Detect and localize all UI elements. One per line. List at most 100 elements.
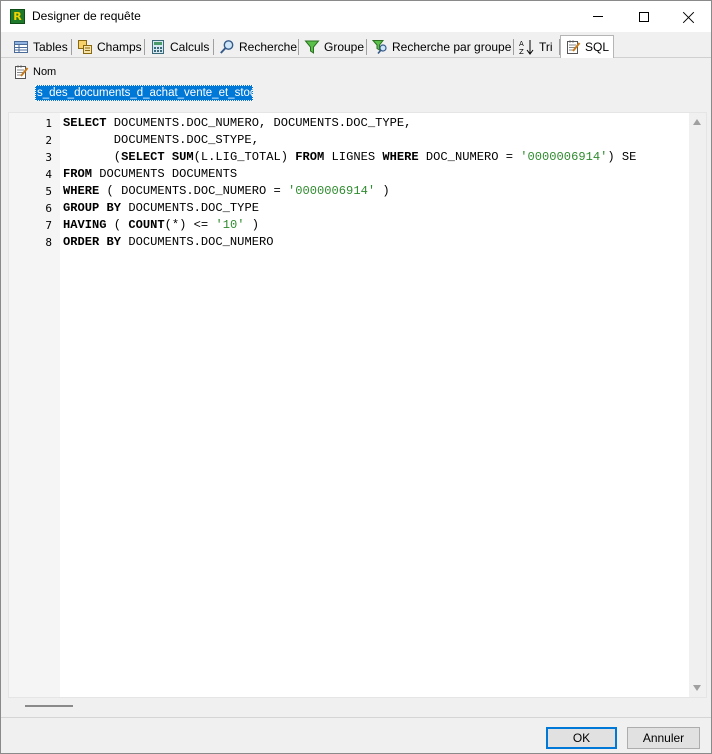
app-logo-icon: R	[10, 9, 25, 24]
magnifier-icon	[220, 40, 234, 54]
sql-string: '0000006914'	[288, 184, 376, 198]
tab-fields[interactable]: Champs	[73, 36, 146, 58]
minimize-icon	[593, 16, 603, 17]
line-number: 1	[45, 117, 52, 130]
horizontal-scroll-thumb[interactable]	[25, 705, 73, 707]
sql-keyword: ORDER BY	[63, 235, 122, 249]
sql-text: DOCUMENTS.DOC_NUMERO	[121, 235, 274, 249]
tab-separator	[71, 39, 72, 55]
tab-tables[interactable]: Tables	[9, 36, 72, 58]
code-line: SELECT DOCUMENTS.DOC_NUMERO, DOCUMENTS.D…	[63, 116, 411, 130]
cancel-button[interactable]: Annuler	[627, 727, 700, 749]
code-line: DOCUMENTS.DOC_STYPE,	[63, 133, 259, 147]
tab-label: Champs	[97, 40, 142, 54]
sql-text: (*) <=	[164, 218, 216, 232]
sql-text: DOCUMENTS.DOC_TYPE	[121, 201, 259, 215]
sql-notepad-icon	[567, 40, 581, 54]
close-icon	[683, 11, 695, 23]
code-line: GROUP BY DOCUMENTS.DOC_TYPE	[63, 201, 259, 215]
tab-group-search[interactable]: Recherche par groupe	[368, 36, 515, 58]
sql-text: (L.LIG_TOTAL)	[193, 150, 296, 164]
query-designer-window: R Designer de requête Tables Champs Calc…	[0, 0, 712, 754]
minimize-button[interactable]	[575, 1, 621, 32]
table-icon	[14, 41, 28, 53]
footer-divider	[1, 717, 711, 718]
line-number: 2	[45, 134, 52, 147]
line-number: 6	[45, 202, 52, 215]
tab-label: SQL	[585, 40, 610, 54]
tab-separator	[144, 39, 145, 55]
sql-text: (	[63, 150, 122, 164]
name-label: Nom	[33, 66, 57, 78]
tab-label: Tri	[539, 40, 553, 54]
close-button[interactable]	[666, 1, 712, 32]
sql-keyword: WHERE	[382, 150, 419, 164]
tab-label: Calculs	[170, 40, 210, 54]
name-input[interactable]: s_des_documents_d_achat_vente_et_stock	[35, 85, 253, 101]
sql-text: ) SE	[607, 150, 637, 164]
tab-label: Groupe	[324, 40, 365, 54]
code-line: WHERE ( DOCUMENTS.DOC_NUMERO = '00000069…	[63, 184, 390, 198]
sql-keyword: WHERE	[63, 184, 100, 198]
tab-label: Tables	[33, 40, 68, 54]
maximize-button[interactable]	[621, 1, 667, 32]
sql-string: '0000006914'	[520, 150, 608, 164]
sql-text: )	[244, 218, 259, 232]
sql-keyword: SELECT	[121, 150, 165, 164]
scroll-up-arrow-icon[interactable]	[693, 119, 701, 125]
sql-editor[interactable]: 1 2 3 4 5 6 7 8 SELECT DOCUMENTS.DOC_NUMERO, DO…	[8, 112, 707, 698]
notepad-pencil-icon	[15, 65, 29, 79]
sql-text: LIGNES	[324, 150, 383, 164]
tab-sql[interactable]: SQL	[560, 35, 615, 58]
sql-text: )	[375, 184, 390, 198]
title-bar[interactable]: R Designer de requête	[1, 1, 711, 32]
sql-text: (	[106, 218, 129, 232]
sql-text: DOC_NUMERO =	[418, 150, 521, 164]
tab-label: Recherche	[239, 40, 298, 54]
filter-icon	[304, 40, 320, 54]
tab-strip: Tables Champs Calculs Recherche Groupe R…	[1, 32, 711, 58]
window-title: Designer de requête	[32, 9, 141, 23]
sql-keyword: HAVING	[63, 218, 107, 232]
code-line: ORDER BY DOCUMENTS.DOC_NUMERO	[63, 235, 273, 249]
sql-text: DOCUMENTS.DOC_STYPE,	[63, 133, 259, 147]
tab-calculations[interactable]: Calculs	[146, 36, 213, 58]
group-search-icon	[372, 40, 387, 55]
name-label-row: Nom	[13, 64, 56, 80]
line-number: 7	[45, 219, 52, 232]
vertical-scrollbar[interactable]	[689, 113, 706, 697]
line-number: 3	[45, 151, 52, 164]
sql-keyword: SUM	[171, 150, 194, 164]
line-number: 5	[45, 185, 52, 198]
sql-keyword: GROUP BY	[63, 201, 122, 215]
tab-separator	[513, 39, 514, 55]
tab-sort[interactable]: AZ Tri	[515, 36, 557, 58]
code-line: (SELECT SUM(L.LIG_TOTAL) FROM LIGNES WHE…	[63, 150, 637, 164]
horizontal-scrollbar[interactable]	[8, 698, 707, 715]
code-line: FROM DOCUMENTS DOCUMENTS	[63, 167, 237, 181]
sql-keyword: COUNT	[128, 218, 165, 232]
sql-text: DOCUMENTS DOCUMENTS	[92, 167, 238, 181]
scroll-down-arrow-icon[interactable]	[693, 685, 701, 691]
maximize-icon	[639, 11, 649, 22]
tab-label: Recherche par groupe	[392, 40, 512, 54]
sql-text: DOCUMENTS.DOC_NUMERO, DOCUMENTS.DOC_TYPE…	[106, 116, 412, 130]
code-line: HAVING ( COUNT(*) <= '10' )	[63, 218, 259, 232]
line-number: 8	[45, 236, 52, 249]
tab-separator	[366, 39, 367, 55]
calculator-icon	[152, 40, 164, 54]
sql-text: ( DOCUMENTS.DOC_NUMERO =	[99, 184, 288, 198]
sql-string: '10'	[215, 218, 245, 232]
svg-text:Z: Z	[519, 48, 524, 55]
sql-keyword: SELECT	[63, 116, 107, 130]
line-number: 4	[45, 168, 52, 181]
svg-text:A: A	[519, 40, 524, 48]
sql-keyword: FROM	[295, 150, 325, 164]
tab-group[interactable]: Groupe	[300, 36, 368, 58]
fields-icon	[78, 40, 92, 54]
tab-search[interactable]: Recherche	[215, 36, 301, 58]
line-number-gutter: 1 2 3 4 5 6 7 8	[9, 113, 60, 697]
ok-button[interactable]: OK	[546, 727, 617, 749]
tab-separator	[213, 39, 214, 55]
